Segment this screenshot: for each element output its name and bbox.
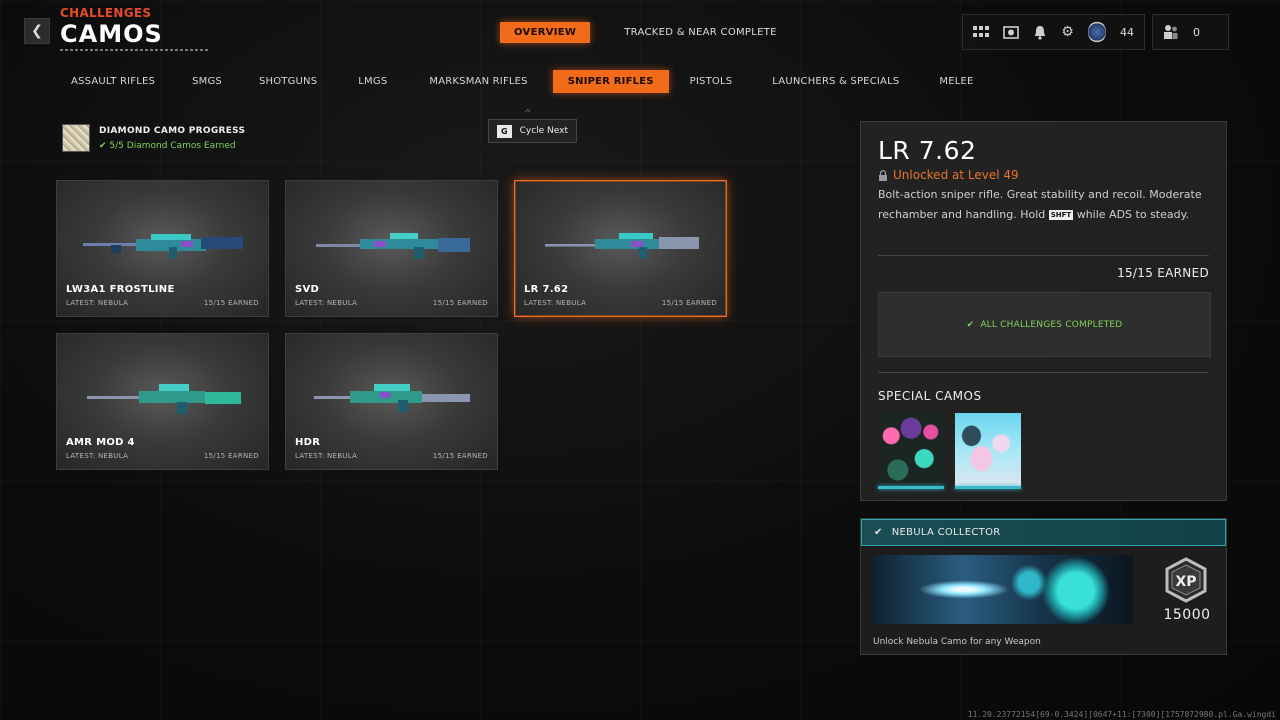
sniper-rifle-icon (87, 384, 241, 414)
xp-reward-amount: 15000 (1163, 607, 1211, 623)
weapon-name: AMR MOD 4 (66, 437, 135, 448)
weapon-category-nav: ASSAULT RIFLES SMGS SHOTGUNS LMGS MARKSM… (56, 70, 989, 93)
lock-icon (878, 169, 888, 181)
diamond-progress-status: ✔ 5/5 Diamond Camos Earned (99, 141, 245, 151)
detail-weapon-name: LR 7.62 (878, 136, 977, 165)
detail-description: Bolt-action sniper rifle. Great stabilit… (878, 185, 1208, 225)
challenges-status-box: ✔ ALL CHALLENGES COMPLETED (878, 292, 1211, 357)
detail-earned-total: 15/15 EARNED (1117, 266, 1209, 280)
diamond-progress-text: 5/5 Diamond Camos Earned (109, 140, 236, 151)
check-icon: ✔ (99, 140, 107, 151)
weapon-card-lr762[interactable]: LR 7.62 LATEST: NEBULA 15/15 EARNED (514, 180, 727, 317)
top-tabs: OVERVIEW TRACKED & NEAR COMPLETE (500, 22, 791, 43)
player-level: 44 (1120, 25, 1134, 39)
page-supertitle: CHALLENGES (60, 6, 152, 20)
cycle-next-button[interactable]: G Cycle Next (488, 119, 578, 143)
cat-marksman-rifles[interactable]: MARKSMAN RIFLES (414, 70, 542, 93)
cycle-next-label: Cycle Next (519, 126, 569, 136)
weapon-earned: 15/15 EARNED (432, 299, 488, 307)
xp-badge-label: XP (1175, 574, 1196, 590)
nebula-camo-banner (873, 555, 1133, 624)
caret-up-icon: ^ (524, 109, 532, 119)
weapon-earned: 15/15 EARNED (661, 299, 717, 307)
weapon-card-lw3a1[interactable]: LW3A1 FROSTLINE LATEST: NEBULA 15/15 EAR… (56, 180, 269, 317)
nebula-collector-panel: ✔ NEBULA COLLECTOR XP 15000 Unlock Nebul… (860, 518, 1227, 655)
bell-icon[interactable] (1033, 24, 1047, 40)
weapon-earned: 15/15 EARNED (432, 452, 488, 460)
key-shift-chip: SHFT (1048, 209, 1074, 220)
detail-unlock: Unlocked at Level 49 (878, 168, 1019, 182)
cat-melee[interactable]: MELEE (924, 70, 988, 93)
weapon-latest-camo: LATEST: NEBULA (295, 452, 358, 460)
grid-menu-icon[interactable] (973, 24, 989, 40)
cat-sniper-rifles[interactable]: SNIPER RIFLES (552, 70, 669, 93)
weapon-detail-panel: LR 7.62 Unlocked at Level 49 Bolt-action… (860, 121, 1227, 501)
weapon-card-amr-mod-4[interactable]: AMR MOD 4 LATEST: NEBULA 15/15 EARNED (56, 333, 269, 470)
nebula-collector-description: Unlock Nebula Camo for any Weapon (873, 637, 1041, 647)
player-emblem[interactable] (1088, 21, 1106, 43)
weapon-latest-camo: LATEST: NEBULA (66, 299, 129, 307)
weapon-name: LW3A1 FROSTLINE (66, 284, 175, 295)
weapon-name: HDR (295, 437, 321, 448)
weapon-latest-camo: LATEST: NEBULA (524, 299, 587, 307)
hud-toolbar: ⚙ 44 (962, 14, 1145, 50)
title-underline (60, 49, 210, 51)
page-title: CAMOS (60, 20, 163, 48)
page-title-block: CHALLENGES CAMOS (60, 6, 210, 51)
desc-text-2: while ADS to steady. (1073, 207, 1190, 221)
key-g-chip: G (497, 124, 512, 138)
weapon-card-svd[interactable]: SVD LATEST: NEBULA 15/15 EARNED (285, 180, 498, 317)
divider (878, 255, 1209, 256)
diamond-progress-title: DIAMOND CAMO PROGRESS (99, 125, 246, 136)
weapon-earned: 15/15 EARNED (203, 299, 259, 307)
weapon-card-hdr[interactable]: HDR LATEST: NEBULA 15/15 EARNED (285, 333, 498, 470)
build-version: 11.20.23772154[69-0.3424][0647+11:[7300]… (967, 710, 1276, 719)
friends-icon (1163, 24, 1179, 40)
diamond-camo-progress: DIAMOND CAMO PROGRESS ✔ 5/5 Diamond Camo… (62, 124, 245, 152)
weapon-name: LR 7.62 (524, 284, 569, 295)
cat-launchers-specials[interactable]: LAUNCHERS & SPECIALS (757, 70, 914, 93)
back-button[interactable]: ❮ (24, 18, 50, 44)
camo-progress-bar (878, 486, 944, 489)
detail-unlock-text: Unlocked at Level 49 (893, 168, 1019, 182)
weapon-name: SVD (295, 284, 320, 295)
sniper-rifle-icon (545, 233, 699, 259)
tab-overview[interactable]: OVERVIEW (500, 22, 591, 43)
sniper-rifle-icon (314, 384, 470, 412)
friends-count: 0 (1193, 25, 1200, 39)
special-camos-title: SPECIAL CAMOS (878, 389, 982, 403)
special-camo-1[interactable] (878, 413, 944, 489)
check-icon: ✔ (966, 319, 975, 330)
social-box[interactable]: 0 (1152, 14, 1229, 50)
challenges-status-text: ALL CHALLENGES COMPLETED (980, 319, 1123, 330)
weapon-earned: 15/15 EARNED (203, 452, 259, 460)
gear-icon[interactable]: ⚙ (1061, 24, 1074, 40)
cat-lmgs[interactable]: LMGS (343, 70, 402, 93)
xp-badge-icon: XP (1165, 557, 1207, 603)
sniper-rifle-icon (83, 234, 243, 259)
cat-pistols[interactable]: PISTOLS (675, 70, 748, 93)
nebula-collector-title: NEBULA COLLECTOR (891, 527, 1001, 538)
weapon-latest-camo: LATEST: NEBULA (295, 299, 358, 307)
diamond-camo-thumbnail (62, 124, 90, 152)
cat-shotguns[interactable]: SHOTGUNS (244, 70, 332, 93)
cat-assault-rifles[interactable]: ASSAULT RIFLES (56, 70, 170, 93)
cat-smgs[interactable]: SMGS (177, 70, 237, 93)
nebula-collector-header: ✔ NEBULA COLLECTOR (861, 519, 1226, 546)
check-icon: ✔ (874, 527, 883, 538)
sniper-rifle-icon (316, 233, 470, 259)
special-camo-2[interactable] (955, 413, 1021, 489)
camo-progress-bar (955, 486, 1021, 489)
tab-tracked[interactable]: TRACKED & NEAR COMPLETE (610, 22, 791, 43)
divider (878, 372, 1209, 373)
camera-icon[interactable] (1003, 24, 1019, 40)
chevron-left-icon: ❮ (31, 23, 43, 39)
weapon-latest-camo: LATEST: NEBULA (66, 452, 129, 460)
